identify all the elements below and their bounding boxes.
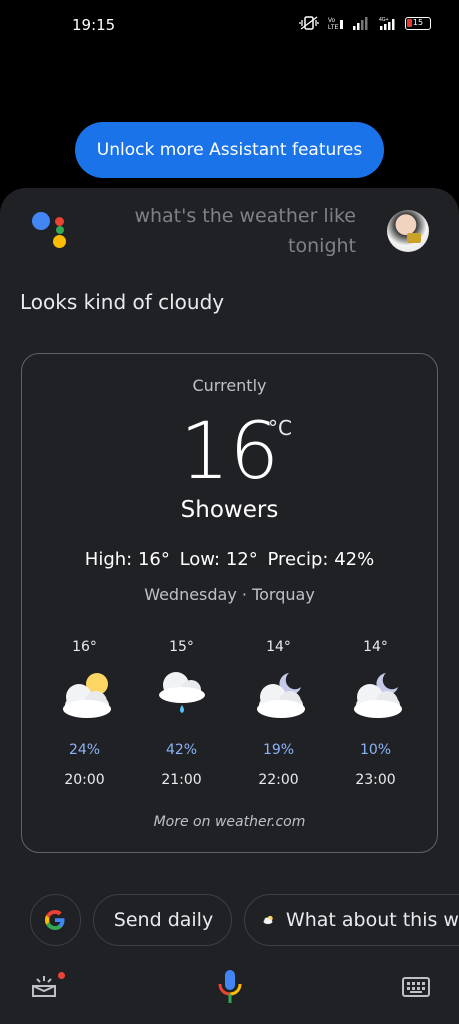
forecast-hour: 14° 10% 23:00	[327, 639, 424, 799]
assistant-answer: Looks kind of cloudy	[20, 290, 225, 314]
hour-time: 22:00	[258, 772, 299, 788]
google-search-chip[interactable]	[30, 894, 81, 946]
weather-card[interactable]: Currently 16 °C Showers High: 16° Low: 1…	[21, 353, 438, 853]
hour-temp: 15°	[169, 639, 194, 655]
avatar[interactable]	[387, 210, 429, 252]
hour-precip: 10%	[359, 742, 392, 758]
partly-cloudy-night-icon	[354, 673, 402, 718]
unlock-features-button[interactable]: Unlock more Assistant features	[75, 122, 384, 178]
signal-4g-icon: 4G+	[379, 17, 395, 30]
temperature-value: 16	[179, 407, 280, 497]
high-low-precip: High: 16° Low: 12° Precip: 42%	[22, 549, 437, 570]
suggestion-label: What about this w	[285, 909, 459, 931]
hour-precip: 19%	[262, 742, 295, 758]
currently-label: Currently	[192, 376, 267, 395]
explore-icon[interactable]	[30, 972, 58, 1000]
microphone-icon[interactable]	[217, 968, 243, 1006]
assistant-logo-icon	[32, 212, 72, 252]
hour-time: 20:00	[64, 772, 105, 788]
high-temp: High: 16°	[84, 549, 170, 570]
more-weather-link[interactable]: More on weather.com	[22, 814, 437, 830]
hour-temp: 14°	[266, 639, 291, 655]
low-temp: Low: 12°	[179, 549, 258, 570]
signal-icon	[353, 17, 368, 30]
weather-condition: Showers	[180, 497, 279, 523]
suggestion-chips: Send daily What about this w	[30, 894, 459, 946]
volte-icon: VoLTE	[328, 18, 343, 30]
forecast-hour: 16° 24% 20:00	[36, 639, 133, 799]
partly-cloudy-night-icon	[257, 673, 305, 718]
keyboard-icon[interactable]	[402, 976, 430, 998]
hour-temp: 14°	[363, 639, 388, 655]
day-location: Wednesday · Torquay	[144, 585, 315, 604]
hour-precip: 42%	[165, 742, 198, 758]
svg-text:LTE: LTE	[328, 25, 339, 30]
partly-cloudy-day-icon	[63, 673, 111, 718]
google-g-icon	[45, 910, 65, 930]
forecast-hour: 14° 19% 22:00	[230, 639, 327, 799]
suggestion-chip-weather[interactable]: What about this w	[243, 894, 459, 946]
suggestion-chip-send-daily[interactable]: Send daily	[92, 894, 232, 946]
precip-chance: Precip: 42%	[267, 549, 375, 570]
battery-icon: 15	[405, 16, 431, 30]
status-icons: Vo LTE 4G+ 15	[299, 16, 431, 30]
hour-time: 23:00	[355, 772, 396, 788]
hour-precip: 24%	[68, 742, 101, 758]
notification-dot	[58, 972, 65, 979]
vibrate-icon	[299, 16, 319, 30]
status-time: 19:15	[72, 16, 116, 34]
user-query: what's the weather like tonight	[134, 205, 356, 257]
hour-temp: 16°	[72, 639, 97, 655]
svg-text:Vo: Vo	[328, 18, 336, 24]
bottom-bar	[0, 960, 459, 1024]
svg-text:4G+: 4G+	[379, 17, 389, 23]
status-bar: 19:15 Vo LTE 4G+ 15	[0, 0, 459, 52]
hourly-forecast: 16° 24% 20:00 15° 42% 21:00 14° 19% 22:0…	[36, 639, 425, 799]
hour-time: 21:00	[161, 772, 202, 788]
partly-cloudy-chip-icon	[263, 915, 273, 925]
forecast-hour: 15° 42% 21:00	[133, 639, 230, 799]
showers-icon	[159, 672, 205, 713]
temperature-unit: °C	[268, 416, 292, 440]
current-temperature: 16 °C	[22, 402, 437, 502]
